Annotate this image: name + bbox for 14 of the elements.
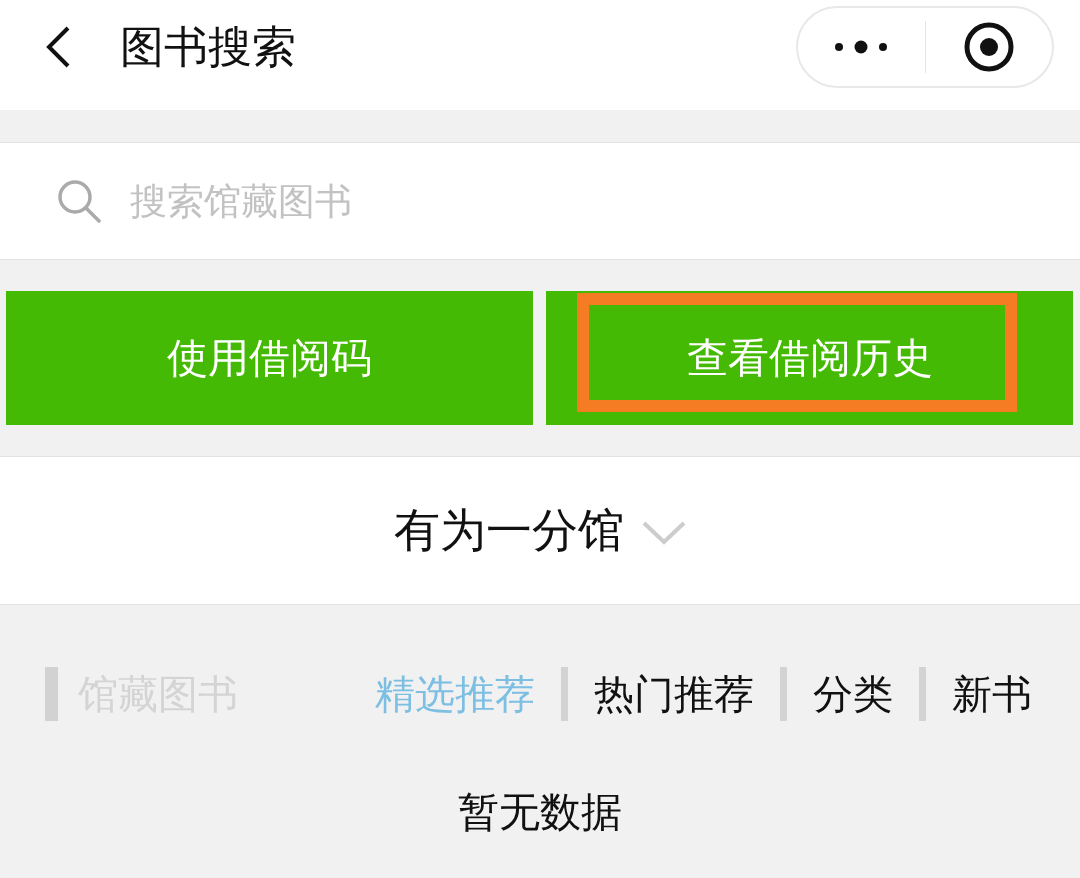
category-tab[interactable]: 分类 [813, 667, 893, 721]
branch-selector[interactable]: 有为一分馆 [0, 456, 1080, 605]
page-title: 图书搜索 [120, 22, 297, 72]
search-bar[interactable]: 搜索馆藏图书 [0, 142, 1080, 260]
more-icon [835, 40, 888, 54]
category-tab[interactable]: 新书 [952, 667, 1032, 721]
empty-message: 暂无数据 [458, 789, 622, 835]
circle-dot-icon [963, 22, 1014, 72]
chevron-down-icon [640, 519, 687, 546]
chevron-left-icon [45, 26, 71, 68]
category-tab[interactable]: 热门推荐 [594, 667, 754, 721]
search-input[interactable]: 搜索馆藏图书 [130, 179, 1040, 223]
search-icon [57, 179, 101, 223]
back-button[interactable] [45, 26, 71, 68]
